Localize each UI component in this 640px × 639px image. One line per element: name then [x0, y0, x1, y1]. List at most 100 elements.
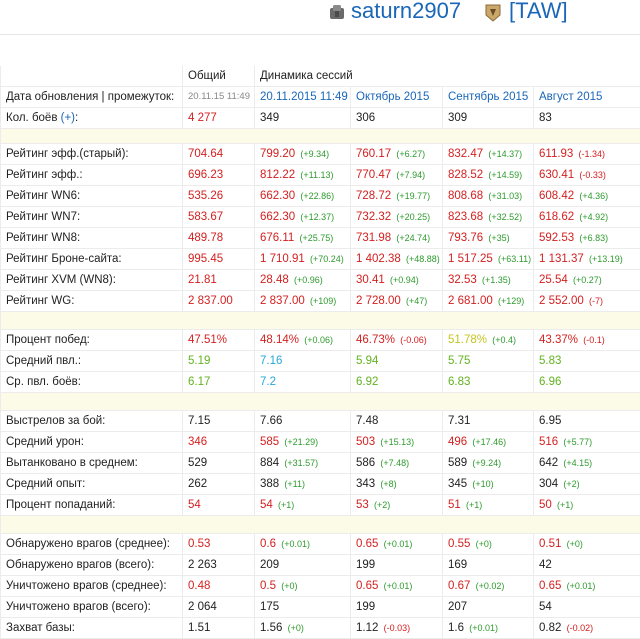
stat-delta: (+20.25) [396, 212, 430, 222]
stat-session-cell: 51.78% (+0.4) [443, 330, 534, 351]
battles-label-cell: Кол. боёв (+): [1, 108, 183, 129]
clan-tag[interactable]: [TAW] [509, 0, 568, 24]
stat-session-value: 516 [539, 436, 558, 448]
stat-delta: (+48.88) [406, 254, 440, 264]
stat-delta: (+0.01) [469, 623, 498, 633]
stat-delta: (+10) [472, 479, 493, 489]
stat-delta: (+109) [310, 296, 336, 306]
stat-session-value: 345 [448, 478, 467, 490]
stat-delta: (+129) [498, 296, 524, 306]
stat-session-value: 770.47 [356, 169, 391, 181]
stat-session-value: 812.22 [260, 169, 295, 181]
stat-label: Процент попаданий: [1, 495, 183, 516]
stat-session-value: 608.42 [539, 190, 574, 202]
stat-general-value: 346 [183, 432, 255, 453]
stat-session-value: 199 [356, 601, 375, 613]
stat-row: Рейтинг XVM (WN8):21.8128.48 (+0.96)30.4… [1, 270, 640, 291]
stat-delta: (-0.02) [567, 623, 594, 633]
stat-delta: (-0.03) [384, 623, 411, 633]
section-separator [1, 516, 640, 534]
stat-session-cell: 207 [443, 597, 534, 618]
stat-session-value: 199 [356, 559, 375, 571]
stat-row: Ср. пвл. боёв:6.177.26.926.836.96 [1, 372, 640, 393]
session-link-2[interactable]: Октябрь 2015 [351, 87, 443, 108]
stat-session-cell: 0.55 (+0) [443, 534, 534, 555]
stat-general-value: 704.64 [183, 144, 255, 165]
session-link-3[interactable]: Сентябрь 2015 [443, 87, 534, 108]
stat-session-value: 0.51 [539, 538, 561, 550]
stat-general-value: 0.53 [183, 534, 255, 555]
battles-general: 4 277 [183, 108, 255, 129]
stat-session-value: 731.98 [356, 232, 391, 244]
stat-session-value: 51 [448, 499, 461, 511]
stat-session-cell: 585 (+21.29) [255, 432, 351, 453]
stat-delta: (+0.02) [476, 581, 505, 591]
column-header-row: Общий Динамика сессий [1, 66, 640, 87]
stat-session-cell: 1 710.91 (+70.24) [255, 249, 351, 270]
stat-delta: (-0.33) [579, 170, 606, 180]
divider [0, 34, 640, 35]
stat-session-cell: 770.47 (+7.94) [351, 165, 443, 186]
session-link-1[interactable]: 20.11.2015 11:49 [255, 87, 351, 108]
stat-session-value: 1.12 [356, 622, 378, 634]
stat-session-cell: 7.31 [443, 411, 534, 432]
stat-label: Рейтинг эфф.: [1, 165, 183, 186]
stat-session-cell: 345 (+10) [443, 474, 534, 495]
separator-cell [1, 516, 640, 534]
stat-session-cell: 828.52 (+14.59) [443, 165, 534, 186]
stat-delta: (+12.37) [300, 212, 334, 222]
stat-general-value: 262 [183, 474, 255, 495]
stat-session-cell: 812.22 (+11.13) [255, 165, 351, 186]
stat-session-cell: 1 131.37 (+13.19) [534, 249, 640, 270]
stat-row: Процент побед:47.51%48.14% (+0.06)46.73%… [1, 330, 640, 351]
player-name[interactable]: saturn2907 [351, 0, 461, 24]
stat-session-value: 1 402.38 [356, 253, 401, 265]
header-dynamics: Динамика сессий [255, 66, 640, 87]
session-link-4[interactable]: Август 2015 [534, 87, 640, 108]
expand-battles-link[interactable]: (+) [61, 112, 75, 124]
stat-row: Уничтожено врагов (среднее):0.480.5 (+0)… [1, 576, 640, 597]
stat-session-cell: 662.30 (+12.37) [255, 207, 351, 228]
stat-session-value: 2 681.00 [448, 295, 493, 307]
stat-session-cell: 608.42 (+4.36) [534, 186, 640, 207]
stat-session-value: 54 [260, 499, 273, 511]
stat-session-cell: 304 (+2) [534, 474, 640, 495]
stat-row: Средний урон:346585 (+21.29)503 (+15.13)… [1, 432, 640, 453]
stat-label: Рейтинг XVM (WN8): [1, 270, 183, 291]
stat-session-value: 0.55 [448, 538, 470, 550]
stat-delta: (+0.01) [567, 581, 596, 591]
stat-session-value: 54 [539, 601, 552, 613]
stat-session-value: 0.82 [539, 622, 561, 634]
stat-session-value: 630.41 [539, 169, 574, 181]
stat-session-cell: 760.17 (+6.27) [351, 144, 443, 165]
stat-label: Рейтинг WN8: [1, 228, 183, 249]
stat-session-cell: 48.14% (+0.06) [255, 330, 351, 351]
stat-label: Средний урон: [1, 432, 183, 453]
stat-session-value: 209 [260, 559, 279, 571]
stat-session-cell: 592.53 (+6.83) [534, 228, 640, 249]
stat-delta: (+31.57) [284, 458, 318, 468]
clan-emblem-icon[interactable] [484, 3, 502, 23]
stat-label: Обнаружено врагов (всего): [1, 555, 183, 576]
stat-session-value: 793.76 [448, 232, 483, 244]
stat-session-value: 6.83 [448, 376, 470, 388]
stat-session-value: 5.83 [539, 355, 561, 367]
stat-label: Средний опыт: [1, 474, 183, 495]
stat-session-value: 7.2 [260, 376, 276, 388]
stat-session-cell: 53 (+2) [351, 495, 443, 516]
stat-general-value: 21.81 [183, 270, 255, 291]
stat-session-value: 51.78% [448, 334, 487, 346]
stat-row: Рейтинг WN7:583.67662.30 (+12.37)732.32 … [1, 207, 640, 228]
stat-session-value: 884 [260, 457, 279, 469]
stat-session-cell: 199 [351, 555, 443, 576]
stat-delta: (+0) [567, 539, 583, 549]
stat-delta: (+70.24) [310, 254, 344, 264]
stat-label: Рейтинг эфф.(старый): [1, 144, 183, 165]
stat-general-value: 0.48 [183, 576, 255, 597]
stat-delta: (+32.52) [488, 212, 522, 222]
stat-general-value: 2 837.00 [183, 291, 255, 312]
stat-delta: (+0.96) [294, 275, 323, 285]
stat-session-cell: 7.16 [255, 351, 351, 372]
separator-cell [1, 312, 640, 330]
section-separator [1, 129, 640, 144]
